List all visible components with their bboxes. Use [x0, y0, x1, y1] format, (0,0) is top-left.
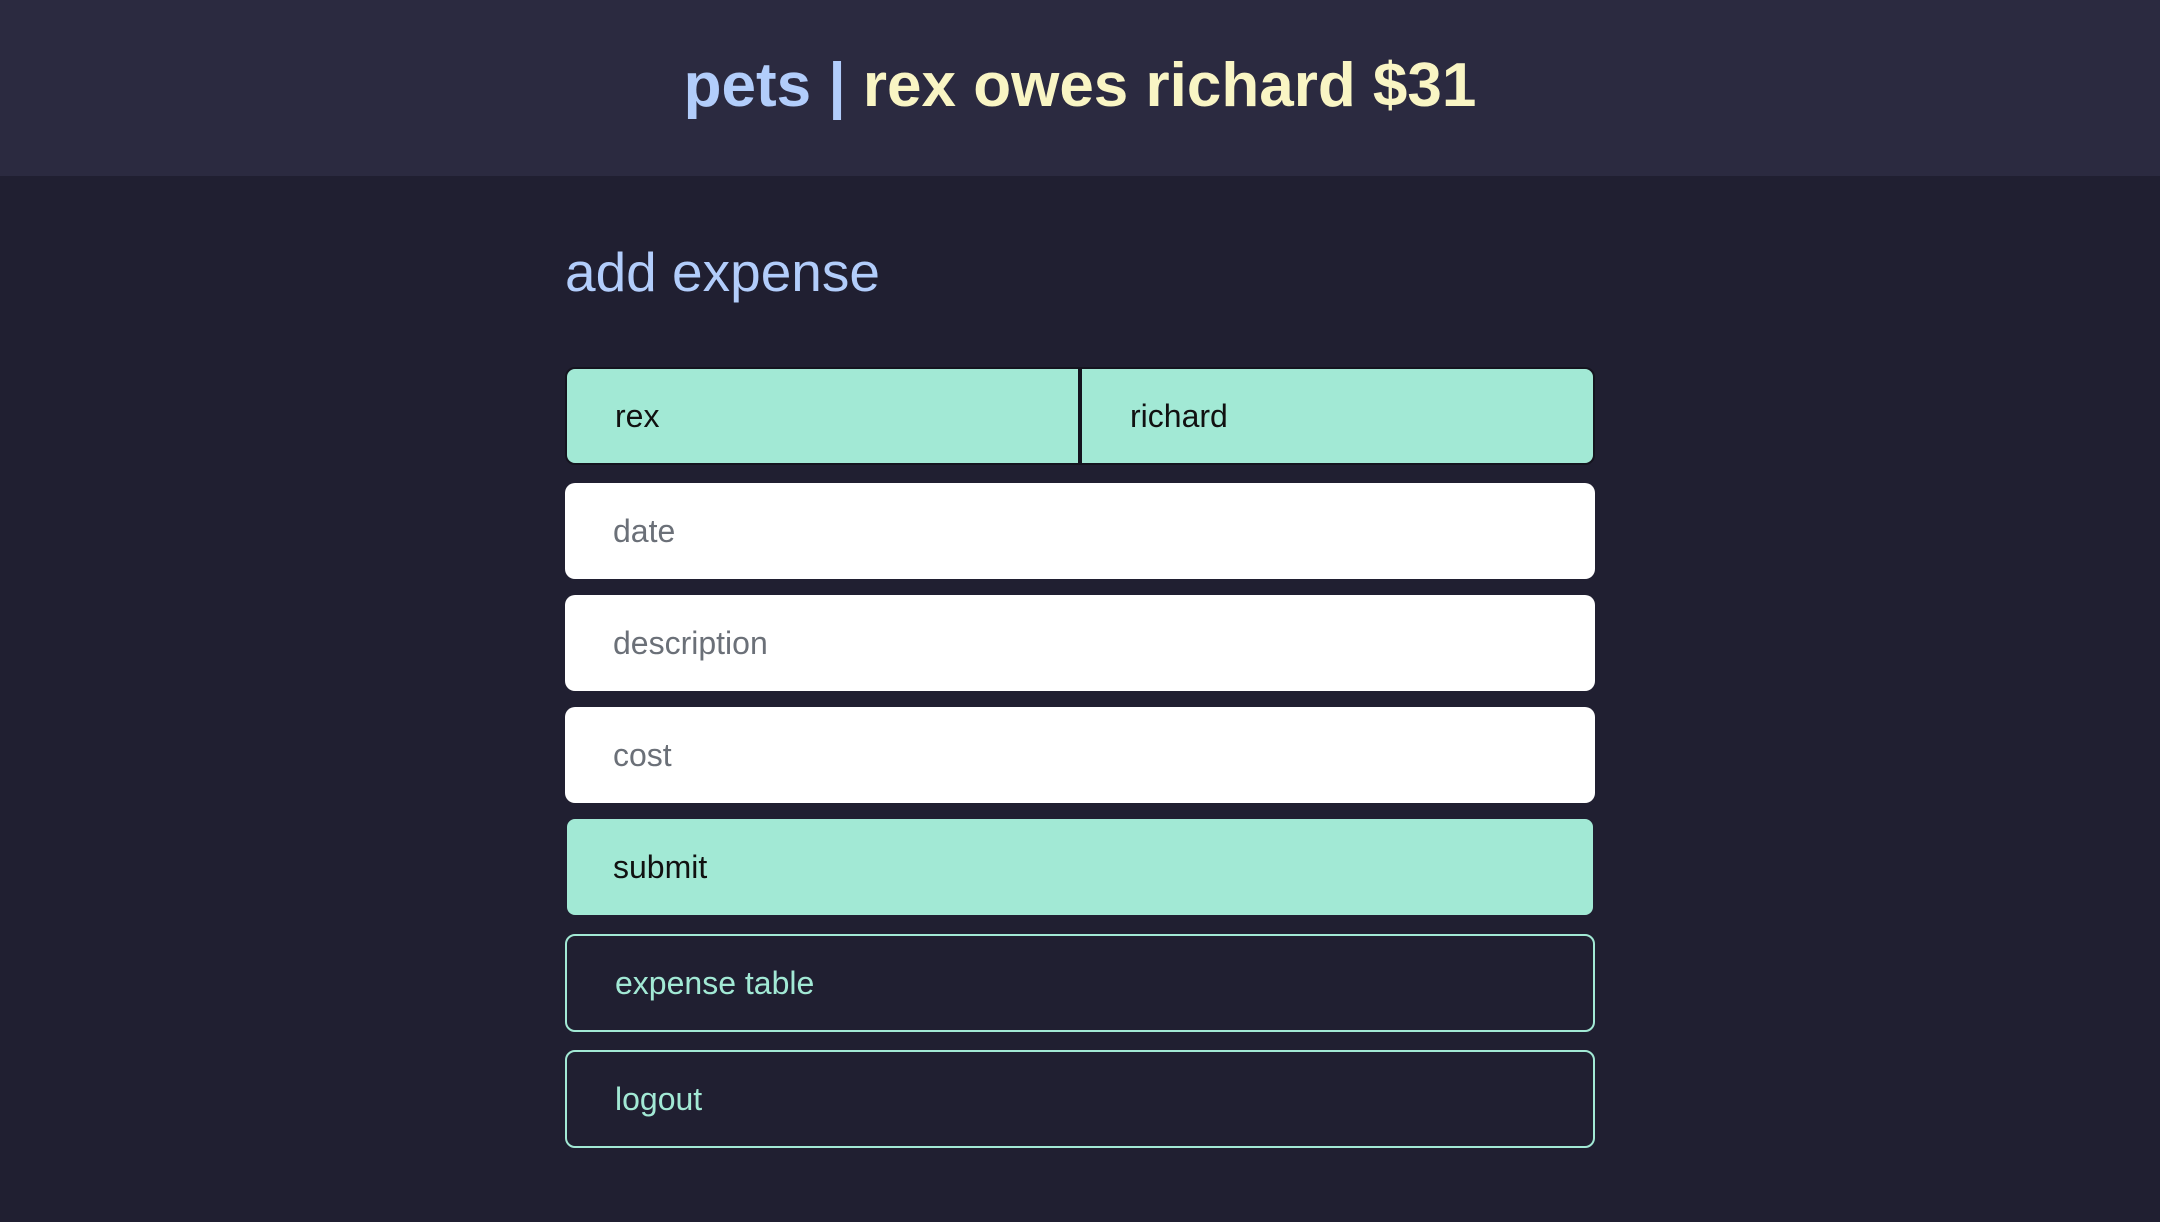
description-input[interactable]: [565, 595, 1595, 691]
payer-toggle: rex richard: [565, 367, 1595, 465]
payer-option-richard[interactable]: richard: [1078, 369, 1593, 463]
group-name: pets: [683, 50, 812, 120]
expense-table-button[interactable]: expense table: [565, 934, 1595, 1032]
submit-button[interactable]: submit: [567, 819, 1593, 915]
payer-option-rex[interactable]: rex: [567, 369, 1078, 463]
logout-button[interactable]: logout: [565, 1050, 1595, 1148]
app-header: pets | rex owes richard $31: [0, 0, 2160, 176]
header-title: pets | rex owes richard $31: [684, 50, 1477, 121]
cost-input[interactable]: [565, 707, 1595, 803]
section-title: add expense: [565, 241, 880, 303]
title-separator: |: [811, 50, 863, 120]
date-input[interactable]: [565, 483, 1595, 579]
balance-summary: rex owes richard $31: [862, 50, 1477, 120]
